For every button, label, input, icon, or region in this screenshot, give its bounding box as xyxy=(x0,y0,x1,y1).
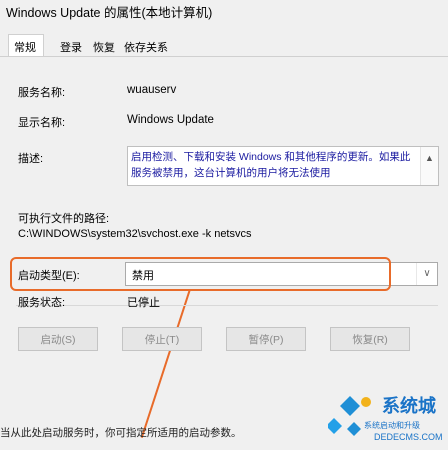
exe-path-label: 可执行文件的路径: xyxy=(18,213,110,225)
pause-button[interactable]: 暂停(P) xyxy=(226,327,306,351)
service-name-value: wuauserv xyxy=(127,84,177,96)
display-name-label: 显示名称: xyxy=(18,117,66,129)
stop-button[interactable]: 停止(T) xyxy=(122,327,202,351)
scroll-up-icon[interactable]: ▲ xyxy=(425,153,434,163)
description-box[interactable]: 启用检测、下载和安装 Windows 和其他程序的更新。如果此服务被禁用，这台计… xyxy=(127,146,439,186)
tab-recovery[interactable]: 恢复 xyxy=(93,39,115,55)
status-value: 已停止 xyxy=(127,297,160,309)
display-name-value: Windows Update xyxy=(127,114,214,126)
watermark-tagline: 系统启动和升级 xyxy=(364,420,420,430)
watermark-logo: 系统城 系统启动和升级 DEDECMS.COM xyxy=(326,388,448,445)
description-label: 描述: xyxy=(18,153,44,165)
section-divider xyxy=(16,305,438,306)
service-name-label: 服务名称: xyxy=(18,87,66,99)
start-parameters-note: 当从此处启动服务时，你可指定所适用的启动参数。 xyxy=(0,427,242,439)
tab-logon[interactable]: 登录 xyxy=(60,39,82,55)
tab-general[interactable]: 常规 xyxy=(14,39,36,55)
description-scrollbar[interactable]: ▲ xyxy=(420,147,438,185)
exe-path-value: C:\WINDOWS\system32\svchost.exe -k netsv… xyxy=(18,228,252,240)
status-label: 服务状态: xyxy=(18,297,66,309)
watermark-site: DEDECMS.COM xyxy=(374,432,443,442)
description-text: 启用检测、下载和安装 Windows 和其他程序的更新。如果此服务被禁用，这台计… xyxy=(131,151,411,179)
tab-divider xyxy=(0,56,448,57)
chevron-down-icon[interactable]: ∨ xyxy=(416,263,437,285)
highlight-box xyxy=(10,257,391,291)
start-button[interactable]: 启动(S) xyxy=(18,327,98,351)
tab-dependencies[interactable]: 依存关系 xyxy=(124,39,168,55)
window-title: Windows Update 的属性(本地计算机) xyxy=(6,6,213,20)
watermark-brand: 系统城 xyxy=(382,395,436,416)
highlight-pointer-line xyxy=(140,289,191,438)
resume-button[interactable]: 恢复(R) xyxy=(330,327,410,351)
